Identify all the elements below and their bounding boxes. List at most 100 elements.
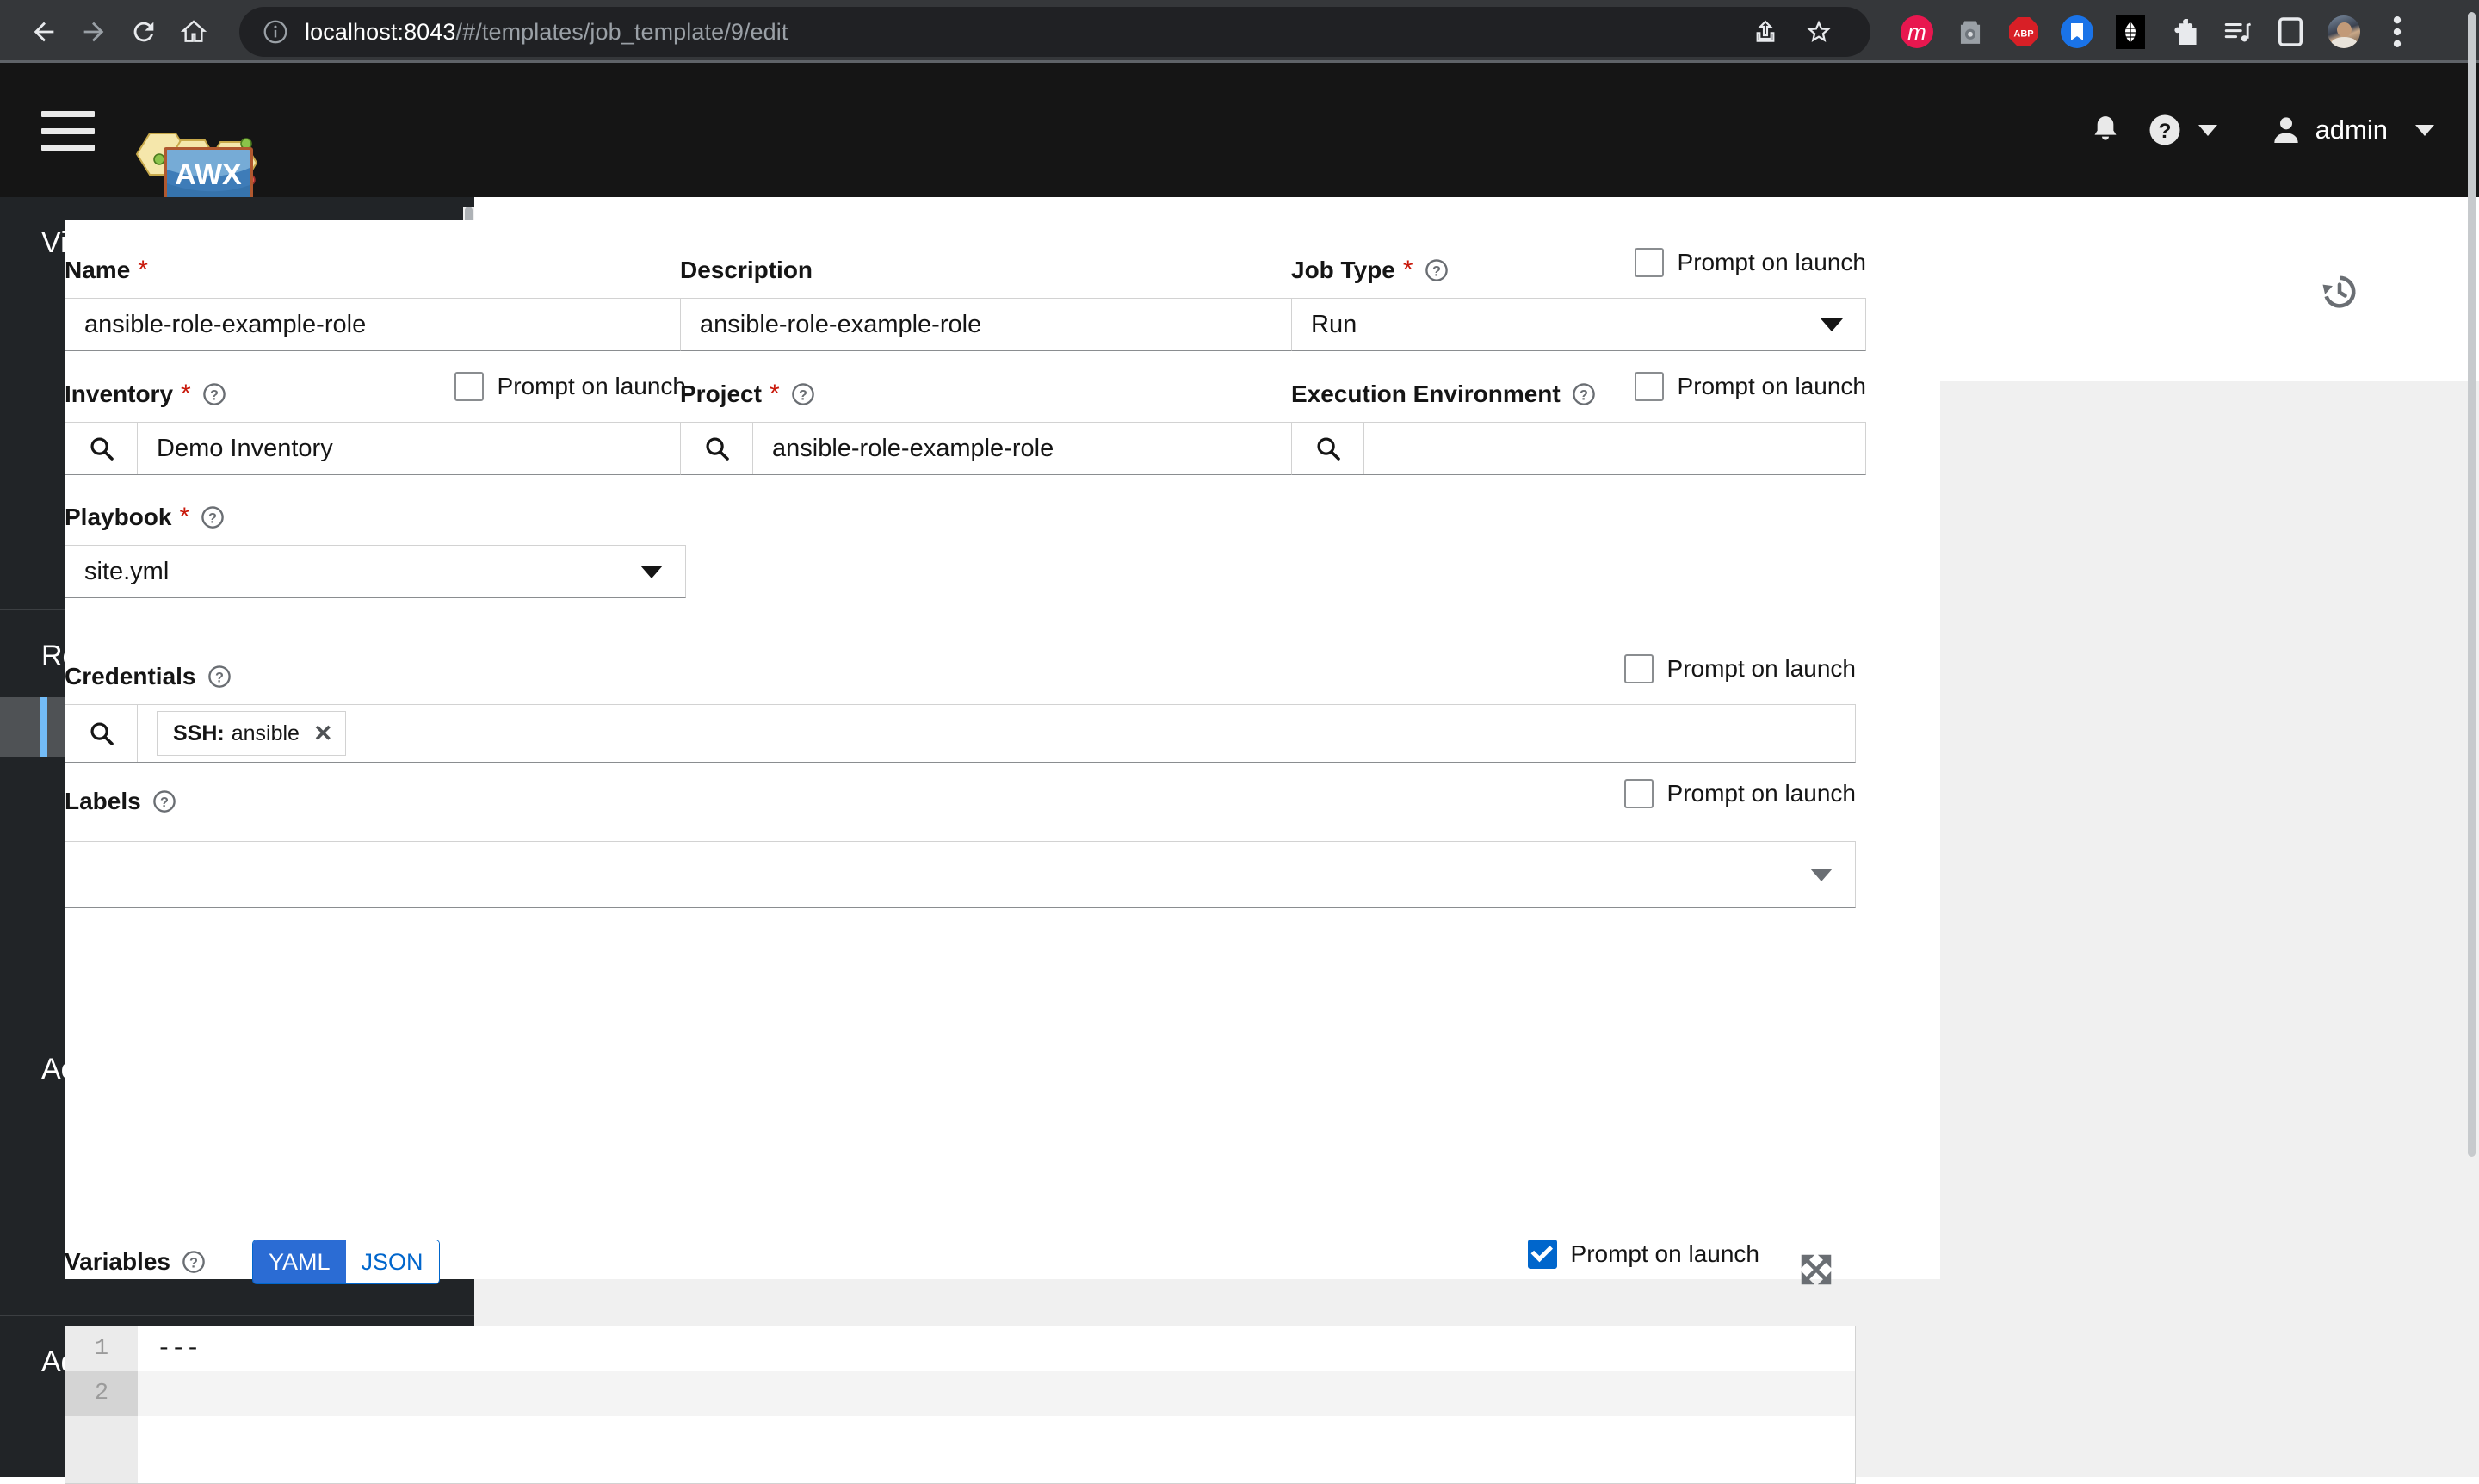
- svg-text:ABP: ABP: [2013, 29, 2033, 40]
- labels-prompt-checkbox[interactable]: [1623, 779, 1654, 808]
- bell-icon[interactable]: [2076, 63, 2135, 197]
- variables-prompt-checkbox[interactable]: [1527, 1240, 1557, 1269]
- prompt-on-launch-label: Prompt on launch: [1666, 655, 1856, 682]
- inventory-field-group: Inventory * ? Prompt on launch Demo Inve…: [65, 372, 686, 475]
- credential-chip[interactable]: SSH: ansible ✕: [157, 711, 346, 756]
- credentials-lookup-input[interactable]: SSH: ansible ✕: [65, 704, 1856, 763]
- variables-prompt-on-launch[interactable]: Prompt on launch: [1527, 1240, 1759, 1269]
- adblock-plus-icon[interactable]: ABP: [1997, 7, 2050, 57]
- search-icon[interactable]: [1292, 423, 1364, 474]
- help-circle-icon[interactable]: ?: [207, 664, 232, 689]
- hamburger-menu-icon[interactable]: [41, 111, 95, 151]
- project-lookup-input[interactable]: ansible-role-example-role: [680, 422, 1301, 475]
- search-icon[interactable]: [65, 423, 138, 474]
- job-type-prompt-checkbox[interactable]: [1634, 248, 1664, 277]
- credentials-field-group: Credentials ? Prompt on launch SSH: ansi…: [65, 654, 1856, 763]
- execution-environment-lookup-input[interactable]: [1291, 422, 1866, 475]
- forward-button[interactable]: [69, 7, 119, 57]
- execution-environment-prompt-checkbox[interactable]: [1634, 372, 1664, 401]
- help-circle-icon[interactable]: ?: [1424, 257, 1450, 283]
- job-type-prompt-on-launch[interactable]: Prompt on launch: [1634, 248, 1866, 277]
- bookmark-manager-icon[interactable]: [2050, 7, 2104, 57]
- caret-down-icon[interactable]: [1821, 318, 1843, 331]
- execution-environment-label: Execution Environment: [1291, 380, 1561, 407]
- inventory-prompt-checkbox[interactable]: [454, 372, 484, 401]
- search-icon[interactable]: [681, 423, 753, 474]
- credentials-prompt-on-launch[interactable]: Prompt on launch: [1623, 654, 1856, 683]
- user-icon: [2273, 117, 2298, 143]
- svg-text:?: ?: [1432, 263, 1441, 279]
- back-button[interactable]: [19, 7, 69, 57]
- labels-prompt-on-launch[interactable]: Prompt on launch: [1623, 779, 1856, 808]
- inventory-lookup-input[interactable]: Demo Inventory: [65, 422, 686, 475]
- job-type-select[interactable]: Run: [1291, 298, 1866, 351]
- name-field-group: Name * ansible-role-example-role: [65, 253, 686, 351]
- dark-reader-icon[interactable]: [2104, 7, 2157, 57]
- credential-chip-name: ansible: [231, 720, 300, 745]
- required-indicator: *: [181, 380, 191, 408]
- expand-arrows-icon[interactable]: [1796, 1250, 1836, 1289]
- search-icon[interactable]: [65, 705, 138, 762]
- info-circle-icon[interactable]: [262, 18, 289, 46]
- camera-extension-icon[interactable]: [1944, 7, 1997, 57]
- svg-text:?: ?: [1580, 387, 1588, 403]
- close-x-icon[interactable]: ✕: [313, 720, 333, 747]
- name-input[interactable]: ansible-role-example-role: [65, 298, 686, 351]
- editor-code-lines[interactable]: ---: [138, 1326, 1855, 1483]
- tab-yaml[interactable]: YAML: [253, 1240, 346, 1283]
- address-bar[interactable]: localhost:8043/#/templates/job_template/…: [239, 7, 1870, 57]
- help-circle-icon[interactable]: ?: [2135, 63, 2186, 197]
- user-dropdown-caret-icon[interactable]: [2393, 63, 2479, 197]
- help-circle-icon[interactable]: ?: [201, 381, 227, 407]
- edit-details-form: Name * ansible-role-example-role Descrip…: [65, 220, 1940, 1484]
- tab-json[interactable]: JSON: [345, 1240, 439, 1283]
- home-button[interactable]: [169, 7, 219, 57]
- help-circle-icon[interactable]: ?: [151, 788, 177, 814]
- inventory-prompt-on-launch[interactable]: Prompt on launch: [454, 372, 686, 401]
- help-circle-icon[interactable]: ?: [200, 504, 226, 530]
- browser-toolbar-right: [1739, 7, 1845, 57]
- help-circle-icon[interactable]: ?: [1571, 381, 1597, 407]
- line-number-filler: [65, 1416, 138, 1461]
- puzzle-extensions-icon[interactable]: [2157, 7, 2210, 57]
- help-dropdown-caret-icon[interactable]: [2186, 63, 2257, 197]
- star-icon[interactable]: [1792, 7, 1845, 57]
- playbook-field-group: Playbook * ? site.yml: [65, 500, 686, 598]
- svg-text:?: ?: [2158, 120, 2171, 143]
- description-input[interactable]: ansible-role-example-role: [680, 298, 1301, 351]
- three-dot-menu-icon[interactable]: [2371, 7, 2424, 57]
- prompt-on-launch-label: Prompt on launch: [497, 373, 686, 399]
- side-panel-icon[interactable]: [2264, 7, 2317, 57]
- browser-chrome: localhost:8043/#/templates/job_template/…: [0, 0, 2479, 63]
- help-circle-icon[interactable]: ?: [790, 381, 816, 407]
- url-text: localhost:8043/#/templates/job_template/…: [305, 19, 788, 46]
- variables-format-toggle[interactable]: YAML JSON: [252, 1240, 440, 1284]
- prompt-on-launch-label: Prompt on launch: [1677, 249, 1866, 275]
- credentials-prompt-checkbox[interactable]: [1623, 654, 1654, 683]
- project-field-group: Project * ? ansible-role-example-role: [680, 377, 1301, 475]
- help-circle-icon[interactable]: ?: [181, 1249, 207, 1275]
- playlist-icon[interactable]: [2210, 7, 2264, 57]
- project-label: Project: [680, 380, 762, 407]
- playbook-select[interactable]: site.yml: [65, 545, 686, 598]
- caret-down-icon[interactable]: [1810, 868, 1833, 881]
- share-icon[interactable]: [1739, 7, 1792, 57]
- user-menu[interactable]: admin: [2257, 63, 2393, 197]
- variables-code-editor[interactable]: 1 2 ---: [65, 1326, 1856, 1484]
- reload-button[interactable]: [119, 7, 169, 57]
- labels-select[interactable]: [65, 841, 1856, 908]
- code-line[interactable]: [138, 1371, 1855, 1416]
- code-line-filler[interactable]: [138, 1416, 1855, 1461]
- caret-down-icon[interactable]: [640, 565, 663, 578]
- description-label: Description: [680, 257, 813, 283]
- mega-extension-icon[interactable]: m: [1890, 7, 1944, 57]
- credentials-label: Credentials: [65, 663, 196, 689]
- labels-label: Labels: [65, 788, 141, 814]
- project-value: ansible-role-example-role: [772, 434, 1054, 462]
- content-scrollbar-thumb[interactable]: [2468, 12, 2476, 1157]
- name-input-value: ansible-role-example-role: [84, 310, 367, 338]
- history-clock-icon[interactable]: [2315, 267, 2364, 315]
- code-line[interactable]: ---: [138, 1326, 1855, 1371]
- execution-environment-prompt-on-launch[interactable]: Prompt on launch: [1634, 372, 1866, 401]
- profile-avatar[interactable]: [2317, 7, 2371, 57]
